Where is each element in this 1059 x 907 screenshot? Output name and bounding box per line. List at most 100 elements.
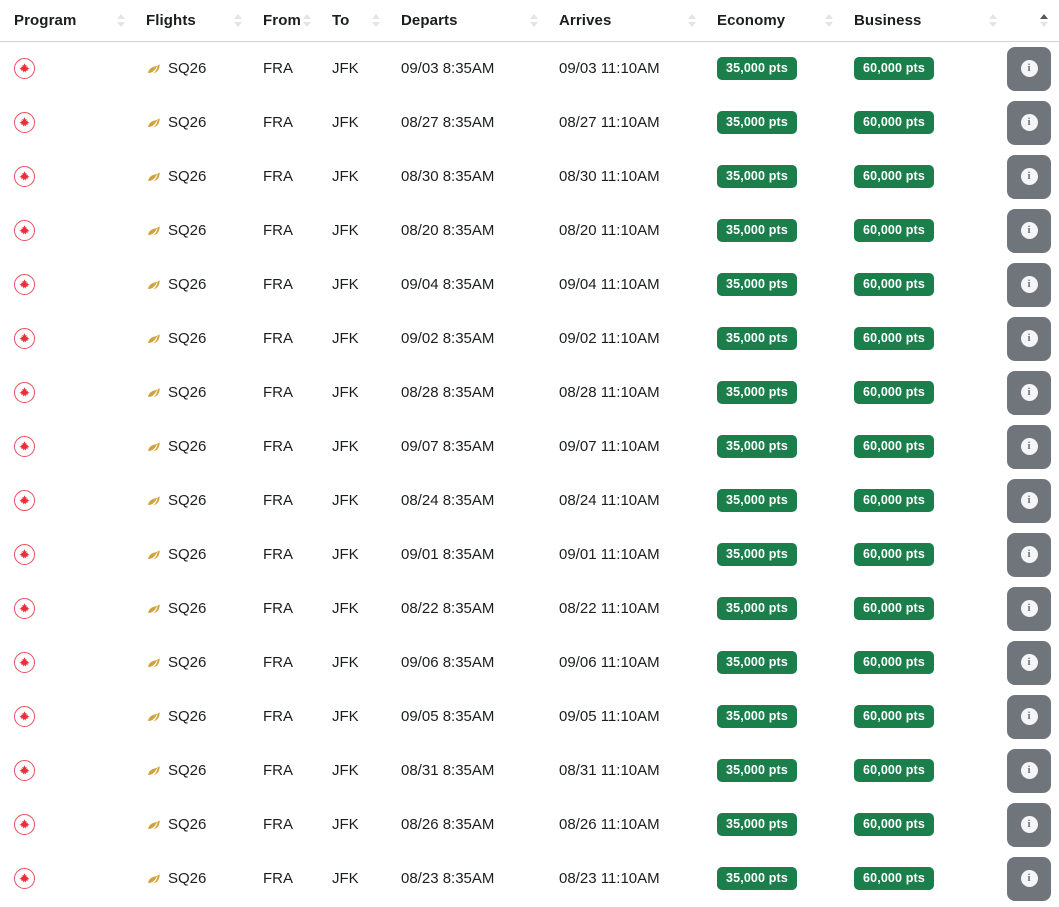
cell-action: i	[1004, 689, 1059, 744]
column-header-label-to: To	[332, 11, 350, 29]
column-header-departs[interactable]: Departs	[387, 0, 545, 42]
cell-economy: 35,000 pts	[703, 95, 840, 150]
flight-details-info-button[interactable]: i	[1007, 46, 1051, 91]
cell-to: JFK	[318, 635, 387, 690]
economy-points-badge: 35,000 pts	[717, 866, 797, 891]
column-header-business[interactable]: Business	[840, 0, 1004, 42]
cell-from: FRA	[249, 851, 318, 906]
info-icon: i	[1020, 600, 1038, 617]
flight-details-info-button[interactable]: i	[1007, 586, 1051, 631]
economy-points-badge: 35,000 pts	[717, 272, 797, 297]
table-row[interactable]: SQ26 FRA JFK 08/28 8:35AM 08/28 11:10AM 35,00…	[0, 365, 1059, 420]
cell-economy: 35,000 pts	[703, 311, 840, 366]
table-row[interactable]: SQ26 FRA JFK 09/07 8:35AM 09/07 11:10AM 35,00…	[0, 419, 1059, 474]
cell-arrives: 08/28 11:10AM	[545, 365, 703, 420]
cell-from: FRA	[249, 41, 318, 96]
cell-from: FRA	[249, 635, 318, 690]
column-header-label-flights: Flights	[146, 11, 196, 29]
cell-to: JFK	[318, 797, 387, 852]
flight-details-info-button[interactable]: i	[1007, 208, 1051, 253]
table-row[interactable]: SQ26 FRA JFK 08/31 8:35AM 08/31 11:10AM 35,00…	[0, 743, 1059, 798]
cell-economy: 35,000 pts	[703, 203, 840, 258]
cell-flight: SQ26	[132, 311, 249, 366]
economy-points-badge: 35,000 pts	[717, 326, 797, 351]
column-header-label-from: From	[263, 11, 301, 29]
sort-toggle-icon[interactable]	[116, 9, 126, 31]
air-canada-aeroplan-logo	[14, 274, 35, 295]
info-icon: i	[1020, 114, 1038, 131]
flight-details-info-button[interactable]: i	[1007, 640, 1051, 685]
table-row[interactable]: SQ26 FRA JFK 08/26 8:35AM 08/26 11:10AM 35,00…	[0, 797, 1059, 852]
singapore-airlines-logo	[148, 118, 160, 128]
column-header-economy[interactable]: Economy	[703, 0, 840, 42]
cell-economy: 35,000 pts	[703, 527, 840, 582]
flight-details-info-button[interactable]: i	[1007, 316, 1051, 361]
sort-toggle-icon[interactable]	[302, 9, 312, 31]
table-row[interactable]: SQ26 FRA JFK 09/04 8:35AM 09/04 11:10AM 35,00…	[0, 257, 1059, 312]
air-canada-aeroplan-logo	[14, 814, 35, 835]
cell-arrives: 08/30 11:10AM	[545, 149, 703, 204]
cell-action: i	[1004, 95, 1059, 150]
flight-details-info-button[interactable]: i	[1007, 802, 1051, 847]
cell-arrives: 09/07 11:10AM	[545, 419, 703, 474]
column-header-program[interactable]: Program	[0, 0, 132, 42]
column-header-action[interactable]	[1004, 0, 1059, 42]
cell-business: 60,000 pts	[840, 689, 1004, 744]
cell-business: 60,000 pts	[840, 743, 1004, 798]
flight-number: SQ26	[168, 600, 207, 617]
column-header-arrives[interactable]: Arrives	[545, 0, 703, 42]
flight-details-info-button[interactable]: i	[1007, 262, 1051, 307]
flight-details-info-button[interactable]: i	[1007, 532, 1051, 577]
sort-toggle-icon[interactable]	[233, 9, 243, 31]
cell-economy: 35,000 pts	[703, 41, 840, 96]
air-canada-aeroplan-logo	[14, 652, 35, 673]
cell-action: i	[1004, 473, 1059, 528]
cell-departs: 09/03 8:35AM	[387, 41, 545, 96]
sort-ascending-icon[interactable]	[1039, 9, 1049, 31]
cell-arrives: 08/24 11:10AM	[545, 473, 703, 528]
table-row[interactable]: SQ26 FRA JFK 09/02 8:35AM 09/02 11:10AM 35,00…	[0, 311, 1059, 366]
cell-departs: 08/26 8:35AM	[387, 797, 545, 852]
table-row[interactable]: SQ26 FRA JFK 08/20 8:35AM 08/20 11:10AM 35,00…	[0, 203, 1059, 258]
sort-toggle-icon[interactable]	[529, 9, 539, 31]
sort-toggle-icon[interactable]	[988, 9, 998, 31]
flight-details-info-button[interactable]: i	[1007, 478, 1051, 523]
cell-flight: SQ26	[132, 689, 249, 744]
cell-program	[0, 743, 132, 798]
flight-details-info-button[interactable]: i	[1007, 154, 1051, 199]
flight-details-info-button[interactable]: i	[1007, 370, 1051, 415]
flight-details-info-button[interactable]: i	[1007, 856, 1051, 901]
flight-details-info-button[interactable]: i	[1007, 694, 1051, 739]
cell-from: FRA	[249, 365, 318, 420]
cell-to: JFK	[318, 149, 387, 204]
flight-number: SQ26	[168, 546, 207, 563]
column-header-to[interactable]: To	[318, 0, 387, 42]
table-row[interactable]: SQ26 FRA JFK 08/27 8:35AM 08/27 11:10AM 35,00…	[0, 95, 1059, 150]
table-row[interactable]: SQ26 FRA JFK 09/01 8:35AM 09/01 11:10AM 35,00…	[0, 527, 1059, 582]
sort-toggle-icon[interactable]	[824, 9, 834, 31]
singapore-airlines-logo	[148, 64, 160, 74]
column-header-from[interactable]: From	[249, 0, 318, 42]
column-header-flights[interactable]: Flights	[132, 0, 249, 42]
sort-toggle-icon[interactable]	[371, 9, 381, 31]
flight-details-info-button[interactable]: i	[1007, 100, 1051, 145]
cell-program	[0, 797, 132, 852]
table-row[interactable]: SQ26 FRA JFK 09/03 8:35AM 09/03 11:10AM 35,00…	[0, 41, 1059, 96]
flight-number: SQ26	[168, 870, 207, 887]
sort-toggle-icon[interactable]	[687, 9, 697, 31]
column-header-label-arrives: Arrives	[559, 11, 612, 29]
table-row[interactable]: SQ26 FRA JFK 08/24 8:35AM 08/24 11:10AM 35,00…	[0, 473, 1059, 528]
table-row[interactable]: SQ26 FRA JFK 08/22 8:35AM 08/22 11:10AM 35,00…	[0, 581, 1059, 636]
flight-number: SQ26	[168, 438, 207, 455]
cell-business: 60,000 pts	[840, 473, 1004, 528]
flight-details-info-button[interactable]: i	[1007, 748, 1051, 793]
flight-number: SQ26	[168, 114, 207, 131]
info-icon: i	[1020, 492, 1038, 509]
table-row[interactable]: SQ26 FRA JFK 09/06 8:35AM 09/06 11:10AM 35,00…	[0, 635, 1059, 690]
flight-details-info-button[interactable]: i	[1007, 424, 1051, 469]
table-row[interactable]: SQ26 FRA JFK 09/05 8:35AM 09/05 11:10AM 35,00…	[0, 689, 1059, 744]
table-row[interactable]: SQ26 FRA JFK 08/30 8:35AM 08/30 11:10AM 35,00…	[0, 149, 1059, 204]
cell-to: JFK	[318, 689, 387, 744]
info-icon: i	[1020, 168, 1038, 185]
table-row[interactable]: SQ26 FRA JFK 08/23 8:35AM 08/23 11:10AM 35,00…	[0, 851, 1059, 906]
